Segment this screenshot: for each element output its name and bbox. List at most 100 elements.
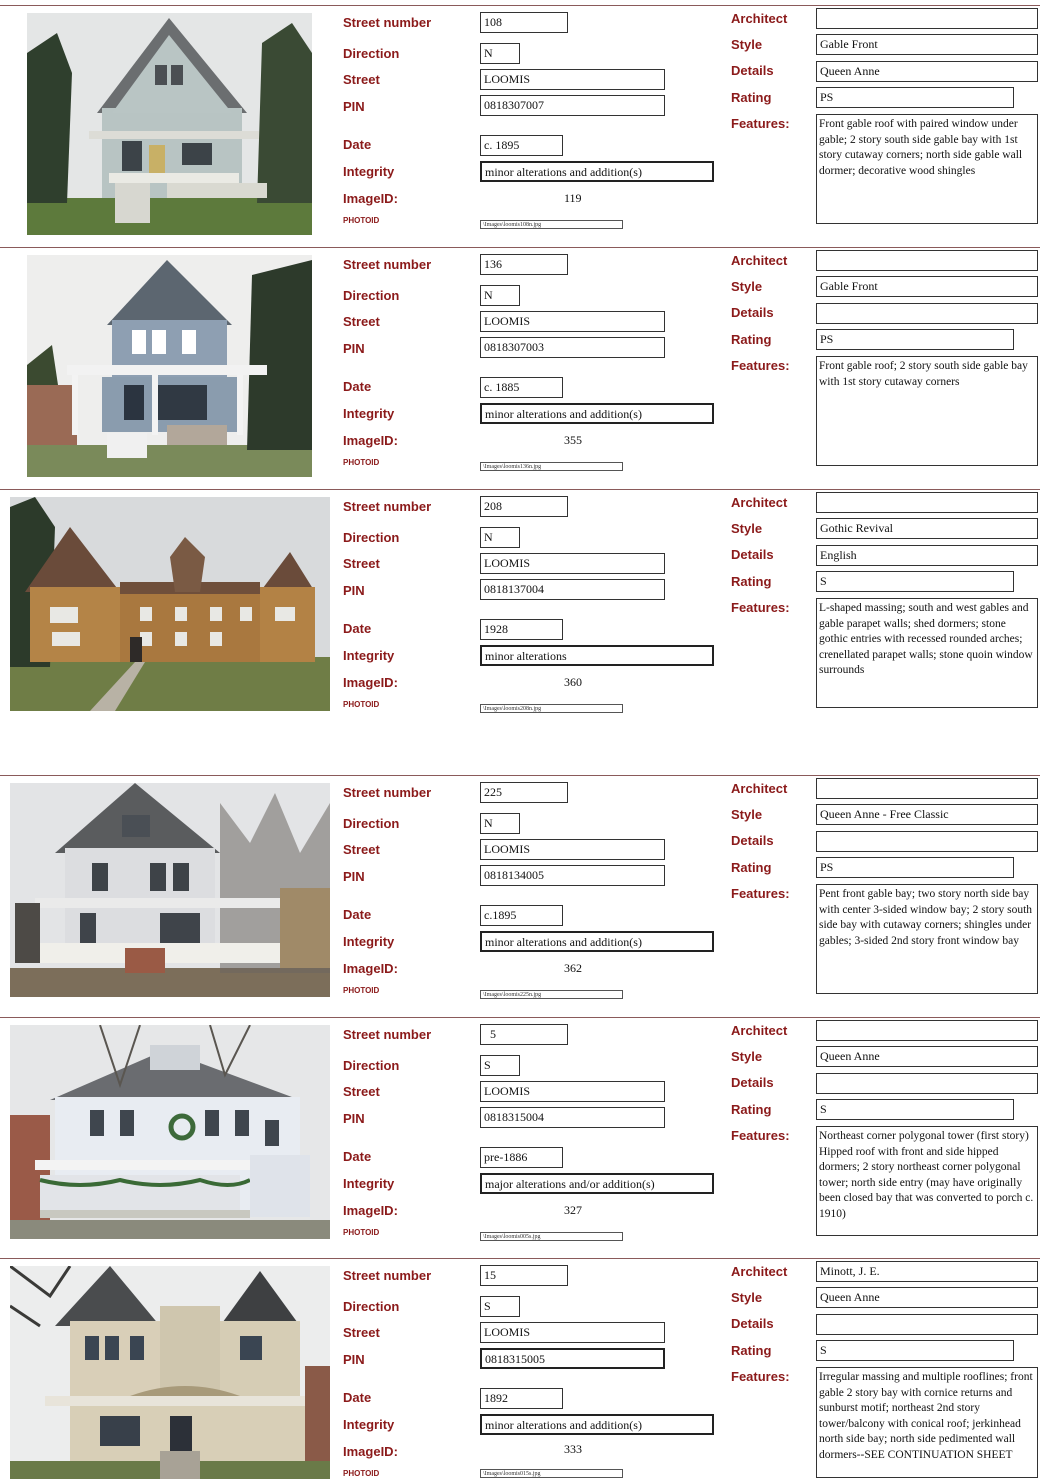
date-field[interactable]: 1892 <box>480 1388 563 1409</box>
street-number-field[interactable]: 108 <box>480 12 568 33</box>
street-field[interactable]: LOOMIS <box>480 69 665 90</box>
label-integrity: Integrity <box>343 648 395 663</box>
house-photo <box>10 1025 330 1239</box>
rating-field[interactable]: PS <box>816 857 1014 878</box>
street-number-field[interactable]: 136 <box>480 254 568 275</box>
date-field[interactable]: pre-1886 <box>480 1147 563 1168</box>
label-image-id: ImageID: <box>343 433 398 448</box>
label-street: Street <box>343 842 380 857</box>
label-features: Features: <box>731 1128 790 1143</box>
street-number-field[interactable]: 5 <box>480 1024 568 1045</box>
label-architect: Architect <box>731 1264 788 1279</box>
label-features: Features: <box>731 600 790 615</box>
architect-field[interactable] <box>816 492 1038 513</box>
date-field[interactable]: c. 1895 <box>480 135 563 156</box>
details-field[interactable]: English <box>816 545 1038 566</box>
details-field[interactable]: Queen Anne <box>816 61 1038 82</box>
photo-id-field[interactable]: \Images\loomis005s.jpg <box>480 1232 623 1241</box>
house-photo <box>10 497 330 711</box>
pin-field[interactable]: 0818315005 <box>480 1348 665 1369</box>
label-direction: Direction <box>343 288 400 303</box>
street-number-field[interactable]: 15 <box>480 1265 568 1286</box>
integrity-field[interactable]: minor alterations and addition(s) <box>480 931 714 952</box>
integrity-field[interactable]: minor alterations and addition(s) <box>480 403 714 424</box>
street-field[interactable]: LOOMIS <box>480 1081 665 1102</box>
label-pin: PIN <box>343 341 365 356</box>
pin-field[interactable]: 0818307007 <box>480 95 665 116</box>
integrity-field[interactable]: major alterations and/or addition(s) <box>480 1173 714 1194</box>
label-rating: Rating <box>731 860 772 875</box>
photo-id-field[interactable]: \Images\loomis108n.jpg <box>480 220 623 229</box>
features-field[interactable]: L-shaped massing; south and west gables … <box>816 598 1038 708</box>
architect-field[interactable] <box>816 250 1038 271</box>
architect-field[interactable] <box>816 778 1038 799</box>
date-field[interactable]: c. 1885 <box>480 377 563 398</box>
details-field[interactable] <box>816 1314 1038 1335</box>
label-image-id: ImageID: <box>343 1203 398 1218</box>
record-108-n-loomis: Street number Direction Street PIN Date … <box>0 5 1040 245</box>
pin-field[interactable]: 0818315004 <box>480 1107 665 1128</box>
direction-field[interactable]: N <box>480 43 520 64</box>
label-rating: Rating <box>731 1343 772 1358</box>
rating-field[interactable]: S <box>816 571 1014 592</box>
style-field[interactable]: Gable Front <box>816 276 1038 297</box>
rating-field[interactable]: PS <box>816 329 1014 350</box>
date-field[interactable]: 1928 <box>480 619 563 640</box>
features-field[interactable]: Front gable roof; 2 story south side gab… <box>816 356 1038 466</box>
pin-field[interactable]: 0818137004 <box>480 579 665 600</box>
details-field[interactable] <box>816 1073 1038 1094</box>
architect-field[interactable] <box>816 8 1038 29</box>
pin-field[interactable]: 0818307003 <box>480 337 665 358</box>
label-photo-id: PHOTOID <box>343 1228 380 1237</box>
street-field[interactable]: LOOMIS <box>480 553 665 574</box>
direction-field[interactable]: S <box>480 1055 520 1076</box>
features-field[interactable]: Pent front gable bay; two story north si… <box>816 884 1038 994</box>
integrity-field[interactable]: minor alterations and addition(s) <box>480 1414 714 1435</box>
rating-field[interactable]: PS <box>816 87 1014 108</box>
features-field[interactable]: Irregular massing and multiple rooflines… <box>816 1367 1038 1478</box>
style-field[interactable]: Queen Anne - Free Classic <box>816 804 1038 825</box>
label-street: Street <box>343 556 380 571</box>
label-date: Date <box>343 907 372 922</box>
photo-id-field[interactable]: \Images\loomis015s.jpg <box>480 1469 623 1478</box>
integrity-field[interactable]: minor alterations and addition(s) <box>480 161 714 182</box>
architect-field[interactable]: Minott, J. E. <box>816 1261 1038 1282</box>
label-style: Style <box>731 521 763 536</box>
pin-field[interactable]: 0818134005 <box>480 865 665 886</box>
label-integrity: Integrity <box>343 1417 395 1432</box>
architect-field[interactable] <box>816 1020 1038 1041</box>
photo-id-field[interactable]: \Images\loomis136n.jpg <box>480 462 623 471</box>
label-details: Details <box>731 63 774 78</box>
date-field[interactable]: c.1895 <box>480 905 563 926</box>
features-field[interactable]: Front gable roof with paired window unde… <box>816 114 1038 224</box>
street-field[interactable]: LOOMIS <box>480 1322 665 1343</box>
photo-id-field[interactable]: \Images\loomis225n.jpg <box>480 990 623 999</box>
direction-field[interactable]: N <box>480 813 520 834</box>
style-field[interactable]: Queen Anne <box>816 1287 1038 1308</box>
features-field[interactable]: Northeast corner polygonal tower (first … <box>816 1126 1038 1236</box>
direction-field[interactable]: S <box>480 1296 520 1317</box>
label-direction: Direction <box>343 1299 400 1314</box>
style-field[interactable]: Gothic Revival <box>816 518 1038 539</box>
photo-id-field[interactable]: \Images\loomis208n.jpg <box>480 704 623 713</box>
street-field[interactable]: LOOMIS <box>480 311 665 332</box>
image-id-value: 360 <box>564 675 582 689</box>
label-street: Street <box>343 1084 380 1099</box>
label-direction: Direction <box>343 816 400 831</box>
street-field[interactable]: LOOMIS <box>480 839 665 860</box>
street-number-field[interactable]: 225 <box>480 782 568 803</box>
street-number-field[interactable]: 208 <box>480 496 568 517</box>
house-photo <box>27 255 312 477</box>
label-pin: PIN <box>343 1352 365 1367</box>
style-field[interactable]: Queen Anne <box>816 1046 1038 1067</box>
rating-field[interactable]: S <box>816 1340 1014 1361</box>
style-field[interactable]: Gable Front <box>816 34 1038 55</box>
details-field[interactable] <box>816 831 1038 852</box>
label-photo-id: PHOTOID <box>343 700 380 709</box>
direction-field[interactable]: N <box>480 285 520 306</box>
direction-field[interactable]: N <box>480 527 520 548</box>
rating-field[interactable]: S <box>816 1099 1014 1120</box>
details-field[interactable] <box>816 303 1038 324</box>
integrity-field[interactable]: minor alterations <box>480 645 714 666</box>
label-rating: Rating <box>731 332 772 347</box>
